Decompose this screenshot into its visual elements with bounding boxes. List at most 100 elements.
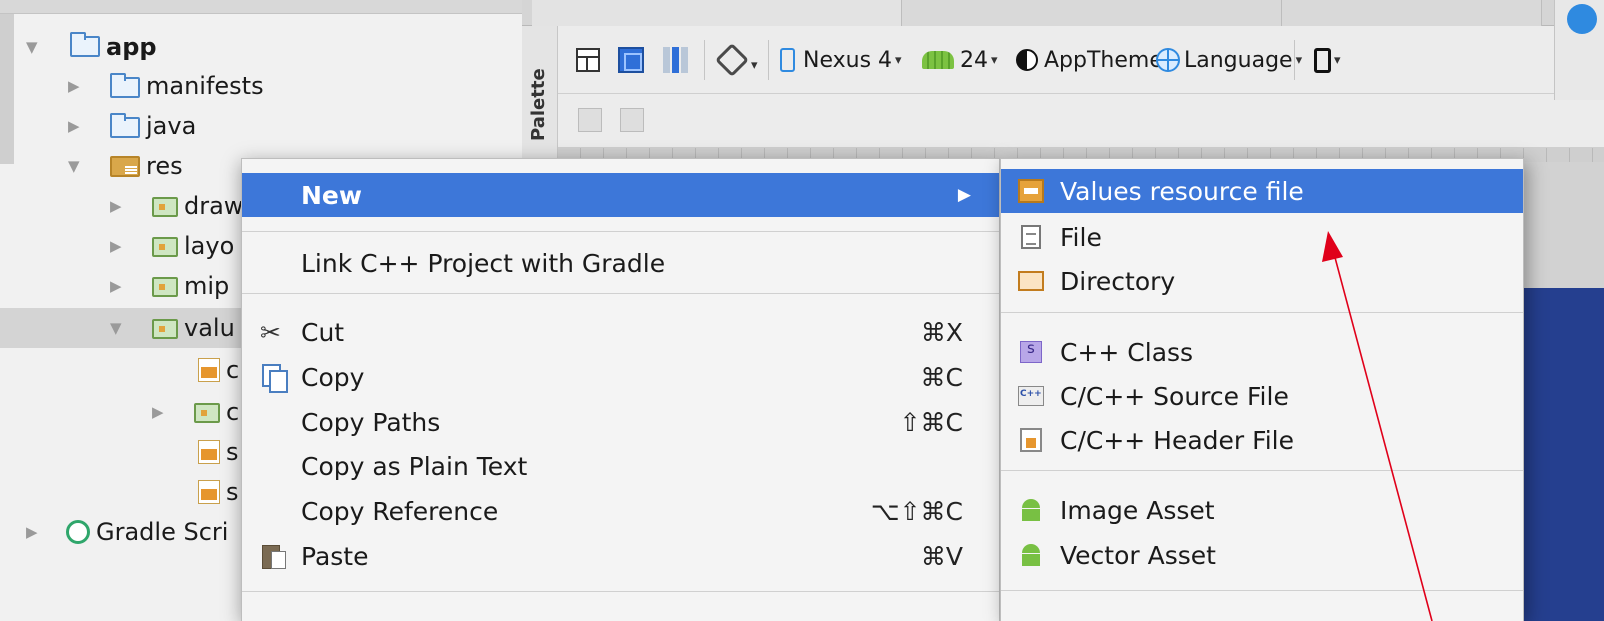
- xml-file-icon: [198, 358, 220, 382]
- phone-icon: [780, 48, 795, 72]
- palette-label[interactable]: Palette: [528, 68, 549, 141]
- theme-selector[interactable]: AppTheme: [1016, 40, 1163, 80]
- android-icon: [922, 51, 954, 69]
- gradle-icon: [66, 520, 90, 544]
- tree-item-label: valu: [184, 314, 235, 342]
- blueprint-mode-icon[interactable]: [618, 47, 644, 73]
- expand-arrow-icon[interactable]: ▼: [110, 319, 122, 337]
- design-surface-icon[interactable]: [576, 48, 600, 72]
- expand-vertical-icon[interactable]: [620, 108, 644, 132]
- menu-item-label: Paste: [301, 541, 369, 571]
- language-selector[interactable]: Language ▾: [1156, 40, 1302, 80]
- menu-item-label: New: [301, 180, 362, 210]
- menu-item-copy-plain-text[interactable]: Copy as Plain Text: [242, 444, 999, 488]
- tree-item-label: res: [146, 152, 183, 180]
- menu-item-values-resource-file[interactable]: Values resource file: [1001, 169, 1523, 213]
- menu-item-label: Copy Reference: [301, 496, 499, 526]
- menu-item-label: Copy as Plain Text: [301, 451, 528, 481]
- android-icon: [1020, 544, 1042, 566]
- api-level-selector[interactable]: 24 ▾: [922, 40, 998, 80]
- tree-item-label: s: [226, 478, 239, 506]
- tree-item-java[interactable]: ▶ java: [0, 106, 522, 146]
- orientation-icon[interactable]: [715, 43, 749, 77]
- expand-arrow-icon[interactable]: ▼: [26, 38, 38, 56]
- paste-icon: [262, 543, 286, 569]
- collapse-arrow-icon[interactable]: ▶: [68, 117, 80, 135]
- theme-icon: [1016, 49, 1038, 71]
- tree-item-label: s: [226, 438, 239, 466]
- split-view-icon[interactable]: [663, 47, 689, 73]
- menu-item-link-cpp[interactable]: Link C++ Project with Gradle: [242, 241, 999, 285]
- menu-item-label: C/C++ Header File: [1060, 425, 1294, 455]
- menu-item-directory[interactable]: Directory: [1001, 259, 1523, 303]
- menu-item-new[interactable]: New ▶: [242, 173, 999, 217]
- device-selector[interactable]: Nexus 4 ▾: [780, 40, 902, 80]
- menu-item-cut[interactable]: ✂ Cut ⌘X: [242, 310, 999, 354]
- device-frame-icon: [1314, 47, 1331, 73]
- menu-item-paste[interactable]: Paste ⌘V: [242, 534, 999, 578]
- menu-item-label: Image Asset: [1060, 495, 1215, 525]
- menu-item-cpp-source-file[interactable]: C/C++ Source File: [1001, 374, 1523, 418]
- theme-label: AppTheme: [1044, 47, 1163, 73]
- menu-item-image-asset[interactable]: Image Asset: [1001, 488, 1523, 532]
- menu-item-label: Copy Paths: [301, 407, 441, 437]
- menu-item-copy-reference[interactable]: Copy Reference ⌥⇧⌘C: [242, 489, 999, 533]
- constraint-toolbar: [558, 94, 1604, 148]
- menu-item-vector-asset[interactable]: Vector Asset: [1001, 533, 1523, 577]
- cpp-header-icon: [1020, 428, 1042, 452]
- expand-horizontal-icon[interactable]: [578, 108, 602, 132]
- shortcut-label: ⌥⇧⌘C: [870, 496, 963, 526]
- attributes-panel-edge: [1554, 0, 1604, 100]
- menu-item-label: Link C++ Project with Gradle: [301, 248, 666, 278]
- tree-item-label: mip: [184, 272, 230, 300]
- collapse-arrow-icon[interactable]: ▶: [110, 237, 122, 255]
- device-frame-selector[interactable]: ▾: [1314, 40, 1341, 80]
- editor-tab[interactable]: [902, 0, 1282, 26]
- copy-icon: [262, 364, 288, 393]
- editor-tab[interactable]: [1282, 0, 1542, 26]
- menu-item-cpp-class[interactable]: C++ Class: [1001, 330, 1523, 374]
- directory-icon: [1018, 271, 1044, 291]
- folder-icon: [110, 73, 140, 98]
- tree-item-app[interactable]: ▼ app: [0, 27, 522, 67]
- collapse-arrow-icon[interactable]: ▶: [68, 77, 80, 95]
- menu-item-copy-paths[interactable]: Copy Paths ⇧⌘C: [242, 400, 999, 444]
- menu-item-cpp-header-file[interactable]: C/C++ Header File: [1001, 418, 1523, 462]
- module-folder-icon: [70, 32, 100, 57]
- tree-item-label: manifests: [146, 72, 264, 100]
- menu-item-label: Copy: [301, 362, 365, 392]
- menu-item-label: Vector Asset: [1060, 540, 1216, 570]
- cpp-class-icon: [1020, 339, 1042, 363]
- shortcut-label: ⌘C: [920, 362, 963, 392]
- menu-item-label: File: [1060, 222, 1102, 252]
- collapse-arrow-icon[interactable]: ▶: [110, 197, 122, 215]
- collapse-arrow-icon[interactable]: ▶: [26, 523, 38, 541]
- xml-file-icon: [198, 440, 220, 464]
- tree-item-label: c: [226, 398, 240, 426]
- tree-item-label: layo: [184, 232, 235, 260]
- tree-item-label: app: [106, 33, 157, 61]
- menu-item-label: C/C++ Source File: [1060, 381, 1289, 411]
- new-submenu: Values resource file File Directory C++ …: [1000, 158, 1524, 621]
- design-toolbar: ▾ Nexus 4 ▾ 24 ▾ AppTheme Language ▾ ▾: [558, 26, 1604, 94]
- shortcut-label: ⌘X: [920, 317, 963, 347]
- menu-item-label: C++ Class: [1060, 337, 1194, 367]
- file-icon: [1021, 225, 1041, 249]
- editor-tab-bar: [522, 0, 1604, 26]
- menu-item-copy[interactable]: Copy ⌘C: [242, 355, 999, 399]
- collapse-arrow-icon[interactable]: ▶: [152, 403, 164, 421]
- menu-item-label: Values resource file: [1060, 176, 1304, 206]
- expand-arrow-icon[interactable]: ▼: [68, 157, 80, 175]
- info-icon[interactable]: [1567, 4, 1597, 34]
- android-icon: [1020, 499, 1042, 521]
- res-folder-icon: [110, 156, 140, 177]
- tree-item-manifests[interactable]: ▶ manifests: [0, 66, 522, 106]
- editor-tab[interactable]: [532, 0, 902, 26]
- tree-item-label: Gradle Scri: [96, 518, 229, 546]
- shortcut-label: ⌘V: [920, 541, 963, 571]
- collapse-arrow-icon[interactable]: ▶: [110, 277, 122, 295]
- res-folder-icon: [152, 319, 178, 339]
- menu-item-file[interactable]: File: [1001, 215, 1523, 259]
- res-folder-icon: [152, 277, 178, 297]
- globe-icon: [1156, 48, 1180, 72]
